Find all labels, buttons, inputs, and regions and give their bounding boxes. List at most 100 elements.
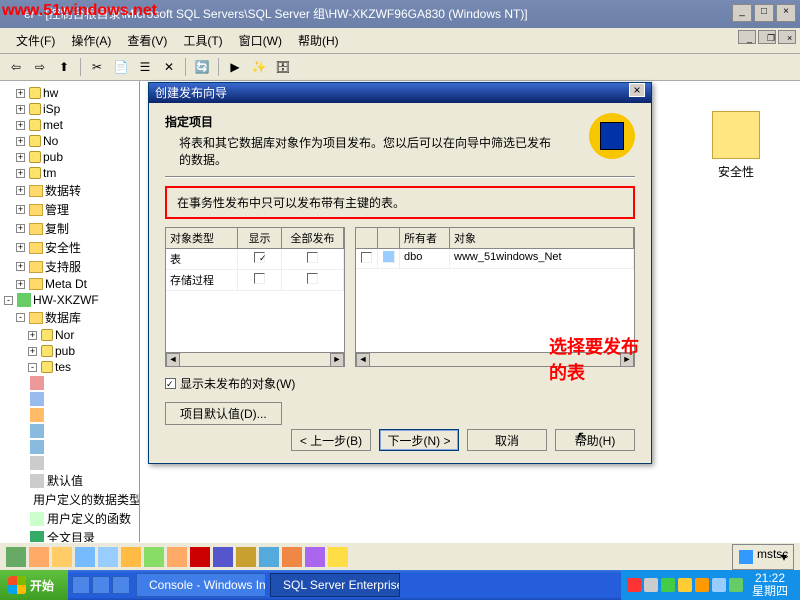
tool-icon[interactable] xyxy=(6,547,26,567)
tool-icon[interactable] xyxy=(305,547,325,567)
item-icon xyxy=(30,408,44,422)
tray-icon[interactable] xyxy=(712,578,726,592)
row-table[interactable]: 表 xyxy=(166,249,238,270)
tool-icon[interactable] xyxy=(167,547,187,567)
tool-icon[interactable] xyxy=(52,547,72,567)
scroll-left[interactable]: ◄ xyxy=(356,353,370,367)
ql-icon[interactable] xyxy=(72,576,90,594)
book-icon xyxy=(589,113,635,159)
folder-icon xyxy=(29,261,43,273)
security-folder-icon[interactable] xyxy=(712,111,760,159)
dialog-close-button[interactable]: × xyxy=(629,83,645,97)
menu-file[interactable]: 文件(F) xyxy=(8,30,63,51)
tool-icon[interactable] xyxy=(328,547,348,567)
db-button[interactable]: 🗄 xyxy=(273,57,293,77)
article-defaults-button[interactable]: 项目默认值(D)... xyxy=(165,402,282,425)
db-icon xyxy=(29,135,41,147)
folder-icon xyxy=(29,312,43,324)
task-console[interactable]: Console - Windows Inter... xyxy=(136,573,266,597)
ql-icon[interactable] xyxy=(112,576,130,594)
tool-icon[interactable] xyxy=(213,547,233,567)
run-button[interactable]: ▶ xyxy=(225,57,245,77)
tool-icon[interactable] xyxy=(190,547,210,567)
refresh-button[interactable]: 🔄 xyxy=(192,57,212,77)
tray-icon[interactable] xyxy=(661,578,675,592)
nav-fwd-button[interactable]: ⇨ xyxy=(30,57,50,77)
object-type-grid[interactable]: 对象类型 显示 全部发布 表 存储过程 ◄► xyxy=(165,227,345,367)
show-checkbox[interactable] xyxy=(254,252,265,263)
annotation-text: 选择要发布的表 xyxy=(549,333,651,385)
server-icon xyxy=(17,293,31,307)
start-button[interactable]: 开始 xyxy=(0,570,68,600)
tool-icon[interactable] xyxy=(121,547,141,567)
back-button[interactable]: < 上一步(B) xyxy=(291,429,371,451)
tray-icon[interactable] xyxy=(644,578,658,592)
tool-icon[interactable] xyxy=(144,547,164,567)
db-icon xyxy=(29,119,41,131)
props-button[interactable]: ☰ xyxy=(135,57,155,77)
tool-icon[interactable] xyxy=(98,547,118,567)
show-checkbox[interactable] xyxy=(254,273,265,284)
db-icon xyxy=(29,151,41,163)
tree-pane[interactable]: +hw +iSp +met +No +pub +tm +数据转 +管理 +复制 … xyxy=(0,81,140,581)
dialog-title-text: 创建发布向导 xyxy=(155,83,227,103)
menu-help[interactable]: 帮助(H) xyxy=(290,30,347,51)
folder-icon xyxy=(29,242,43,254)
mstsc-field[interactable]: mstsc ▾ xyxy=(732,544,794,570)
db-icon xyxy=(41,345,53,357)
tool-icon[interactable] xyxy=(75,547,95,567)
remote-toolbar: mstsc ▾ xyxy=(0,542,800,570)
obj-owner[interactable]: dbo xyxy=(400,249,450,269)
tray-icon[interactable] xyxy=(678,578,692,592)
tray-icon[interactable] xyxy=(729,578,743,592)
copy-button[interactable]: 📄 xyxy=(111,57,131,77)
row-sproc[interactable]: 存储过程 xyxy=(166,270,238,291)
scroll-right[interactable]: ► xyxy=(330,353,344,367)
tool-icon[interactable] xyxy=(236,547,256,567)
puball-checkbox[interactable] xyxy=(307,252,318,263)
tool-icon[interactable] xyxy=(29,547,49,567)
task-sqlserver[interactable]: SQL Server Enterprise M... xyxy=(270,573,400,597)
obj-checkbox[interactable] xyxy=(361,252,372,263)
clock[interactable]: 21:22 星期四 xyxy=(746,572,794,598)
menu-window[interactable]: 窗口(W) xyxy=(231,30,290,51)
puball-checkbox[interactable] xyxy=(307,273,318,284)
help-button[interactable]: 帮助(H) xyxy=(555,429,635,451)
obj-name[interactable]: www_51windows_Net xyxy=(450,249,634,269)
watermark-text: www.51windows.net xyxy=(2,2,157,20)
child-close-button[interactable]: × xyxy=(778,30,796,44)
child-restore-button[interactable]: ❐ xyxy=(758,30,776,44)
item-icon xyxy=(30,512,44,526)
menu-tools[interactable]: 工具(T) xyxy=(175,30,230,51)
tray-icon[interactable] xyxy=(627,578,641,592)
tool-icon[interactable] xyxy=(282,547,302,567)
dialog-titlebar[interactable]: 创建发布向导 × xyxy=(149,83,651,103)
dialog-desc: 将表和其它数据库对象作为项目发布。您以后可以在向导中筛选已发布的数据。 xyxy=(179,134,559,168)
toolbar: ⇦ ⇨ ⬆ ✂ 📄 ☰ ✕ 🔄 ▶ ✨ 🗄 xyxy=(0,54,800,81)
close-button[interactable]: × xyxy=(776,4,796,22)
menu-action[interactable]: 操作(A) xyxy=(63,30,119,51)
db-icon xyxy=(29,87,41,99)
wiz-button[interactable]: ✨ xyxy=(249,57,269,77)
up-button[interactable]: ⬆ xyxy=(54,57,74,77)
db-icon xyxy=(41,329,53,341)
tray-icon[interactable] xyxy=(695,578,709,592)
menu-view[interactable]: 查看(V) xyxy=(119,30,175,51)
child-min-button[interactable]: _ xyxy=(738,30,756,44)
max-button[interactable]: □ xyxy=(754,4,774,22)
warning-text: 在事务性发布中只可以发布带有主键的表。 xyxy=(165,186,635,219)
chevron-down-icon[interactable]: ▾ xyxy=(781,550,787,564)
menubar: 文件(F) 操作(A) 查看(V) 工具(T) 窗口(W) 帮助(H) _ ❐ … xyxy=(0,28,800,54)
tool-icon[interactable] xyxy=(259,547,279,567)
ql-icon[interactable] xyxy=(92,576,110,594)
scroll-left[interactable]: ◄ xyxy=(166,353,180,367)
dialog-heading: 指定项目 xyxy=(165,115,213,129)
cut-button[interactable]: ✂ xyxy=(87,57,107,77)
folder-icon xyxy=(29,223,43,235)
next-button[interactable]: 下一步(N) > xyxy=(379,429,459,451)
db-icon xyxy=(29,103,41,115)
min-button[interactable]: _ xyxy=(732,4,752,22)
delete-button[interactable]: ✕ xyxy=(159,57,179,77)
nav-back-button[interactable]: ⇦ xyxy=(6,57,26,77)
cancel-button[interactable]: 取消 xyxy=(467,429,547,451)
